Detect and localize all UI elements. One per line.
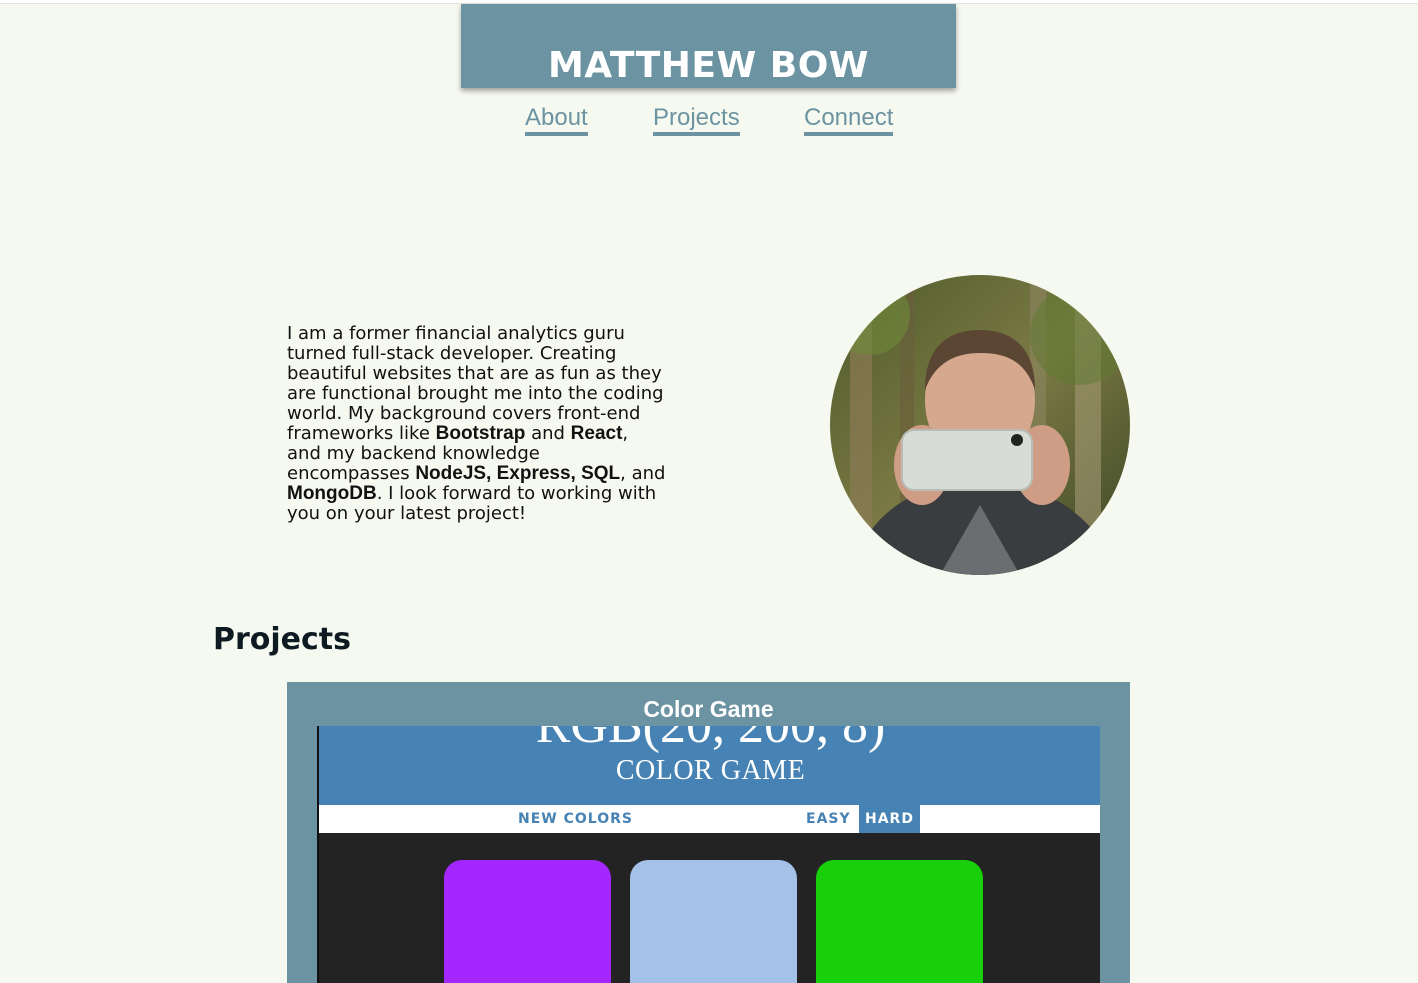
skill-mongodb: MongoDB: [287, 483, 377, 504]
nav-link-projects[interactable]: Projects: [653, 104, 740, 136]
preview-new-colors: NEW COLORS: [518, 811, 633, 827]
preview-header: RGB(20, 200, 8) COLOR GAME: [319, 726, 1100, 805]
project-preview-image[interactable]: RGB(20, 200, 8) COLOR GAME NEW COLORS EA…: [317, 726, 1100, 983]
skill-bootstrap: Bootstrap: [435, 423, 526, 444]
about-text-2: and: [525, 423, 571, 444]
preview-color-square: [630, 860, 797, 983]
preview-easy: EASY: [806, 811, 851, 827]
avatar: [830, 275, 1130, 575]
project-card-color-game[interactable]: Color Game RGB(20, 200, 8) COLOR GAME NE…: [287, 682, 1130, 983]
project-title[interactable]: Color Game: [287, 696, 1130, 723]
preview-color-square: [816, 860, 983, 983]
preview-subtitle: COLOR GAME: [615, 755, 806, 786]
site-title: MATTHEW BOW: [547, 45, 870, 86]
preview-controls-bar: NEW COLORS EASY HARD: [319, 805, 1100, 833]
preview-color-square: [444, 860, 611, 983]
skill-react: React: [570, 423, 623, 444]
skill-backend: NodeJS, Express, SQL: [415, 463, 621, 484]
nav-link-about[interactable]: About: [525, 104, 588, 136]
preview-hard: HARD: [859, 805, 920, 833]
projects-heading: Projects: [213, 622, 352, 657]
nav-link-connect[interactable]: Connect: [804, 104, 894, 136]
main-nav: About Projects Connect: [0, 104, 1418, 144]
preview-rgb-text: RGB(20, 200, 8): [319, 726, 1100, 756]
site-header: MATTHEW BOW: [461, 4, 956, 88]
about-paragraph: I am a former financial analytics guru t…: [287, 324, 667, 524]
about-text-4: , and: [620, 463, 666, 484]
